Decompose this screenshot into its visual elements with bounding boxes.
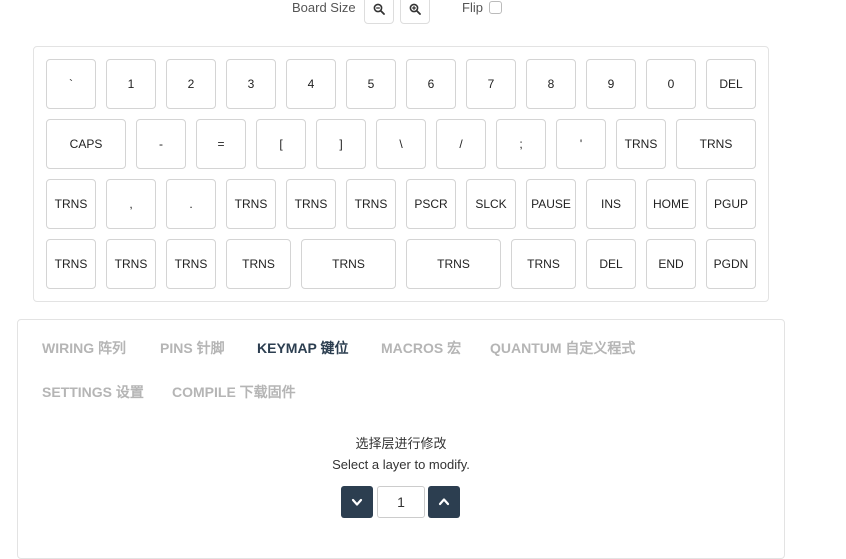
chevron-up-icon	[438, 498, 450, 506]
key[interactable]: TRNS	[346, 179, 396, 229]
key[interactable]: ]	[316, 119, 366, 169]
key[interactable]: TRNS	[616, 119, 666, 169]
flip-label: Flip	[462, 0, 483, 15]
key[interactable]: PSCR	[406, 179, 456, 229]
key[interactable]: TRNS	[286, 179, 336, 229]
board-toolbar: Board Size Flip	[0, 0, 846, 24]
key[interactable]: DEL	[706, 59, 756, 109]
layer-down-button[interactable]	[341, 486, 373, 518]
key[interactable]: ;	[496, 119, 546, 169]
zoom-out-button[interactable]	[364, 0, 394, 24]
key[interactable]: 3	[226, 59, 276, 109]
tab-settings[interactable]: SETTINGS 设置	[42, 382, 144, 402]
key[interactable]: 2	[166, 59, 216, 109]
zoom-in-button[interactable]	[400, 0, 430, 24]
flip-checkbox[interactable]	[489, 1, 502, 14]
board-size-label: Board Size	[292, 0, 356, 15]
key[interactable]: /	[436, 119, 486, 169]
tab-quantum[interactable]: QUANTUM 自定义程式	[490, 338, 635, 358]
zoom-out-icon	[373, 3, 385, 15]
zoom-in-icon	[409, 3, 421, 15]
key[interactable]: .	[166, 179, 216, 229]
key[interactable]: 6	[406, 59, 456, 109]
key[interactable]: TRNS	[301, 239, 396, 289]
key[interactable]: 4	[286, 59, 336, 109]
key[interactable]: TRNS	[166, 239, 216, 289]
layer-input[interactable]	[377, 486, 425, 518]
key[interactable]: SLCK	[466, 179, 516, 229]
key[interactable]: [	[256, 119, 306, 169]
key[interactable]: 5	[346, 59, 396, 109]
key[interactable]: TRNS	[106, 239, 156, 289]
key[interactable]: END	[646, 239, 696, 289]
chevron-down-icon	[351, 498, 363, 506]
key[interactable]: INS	[586, 179, 636, 229]
layer-prompt-cn: 选择层进行修改	[355, 436, 447, 451]
tab-wiring[interactable]: WIRING 阵列	[42, 338, 126, 358]
key[interactable]: '	[556, 119, 606, 169]
key[interactable]: -	[136, 119, 186, 169]
key[interactable]: TRNS	[511, 239, 576, 289]
tab-compile[interactable]: COMPILE 下载固件	[172, 382, 296, 402]
keyboard-board: ` 1 2 3 4 5 6 7 8 9 0 DEL CAPS - = [ ] \…	[33, 46, 769, 302]
key[interactable]: \	[376, 119, 426, 169]
key[interactable]: CAPS	[46, 119, 126, 169]
key[interactable]: 9	[586, 59, 636, 109]
key[interactable]: HOME	[646, 179, 696, 229]
key[interactable]: =	[196, 119, 246, 169]
key[interactable]: ,	[106, 179, 156, 229]
key[interactable]: TRNS	[676, 119, 756, 169]
key[interactable]: `	[46, 59, 96, 109]
key[interactable]: TRNS	[226, 179, 276, 229]
layer-up-button[interactable]	[428, 486, 460, 518]
key[interactable]: TRNS	[46, 179, 96, 229]
tab-pins[interactable]: PINS 针脚	[160, 338, 225, 358]
key[interactable]: PAUSE	[526, 179, 576, 229]
tab-macros[interactable]: MACROS 宏	[381, 338, 461, 358]
key[interactable]: TRNS	[46, 239, 96, 289]
key[interactable]: 1	[106, 59, 156, 109]
layer-prompt-en: Select a layer to modify.	[332, 457, 470, 472]
key[interactable]: PGUP	[706, 179, 756, 229]
key[interactable]: DEL	[586, 239, 636, 289]
key[interactable]: 7	[466, 59, 516, 109]
key[interactable]: 8	[526, 59, 576, 109]
tab-keymap[interactable]: KEYMAP 键位	[257, 338, 349, 358]
key[interactable]: TRNS	[406, 239, 501, 289]
key[interactable]: TRNS	[226, 239, 291, 289]
key[interactable]: 0	[646, 59, 696, 109]
key[interactable]: PGDN	[706, 239, 756, 289]
